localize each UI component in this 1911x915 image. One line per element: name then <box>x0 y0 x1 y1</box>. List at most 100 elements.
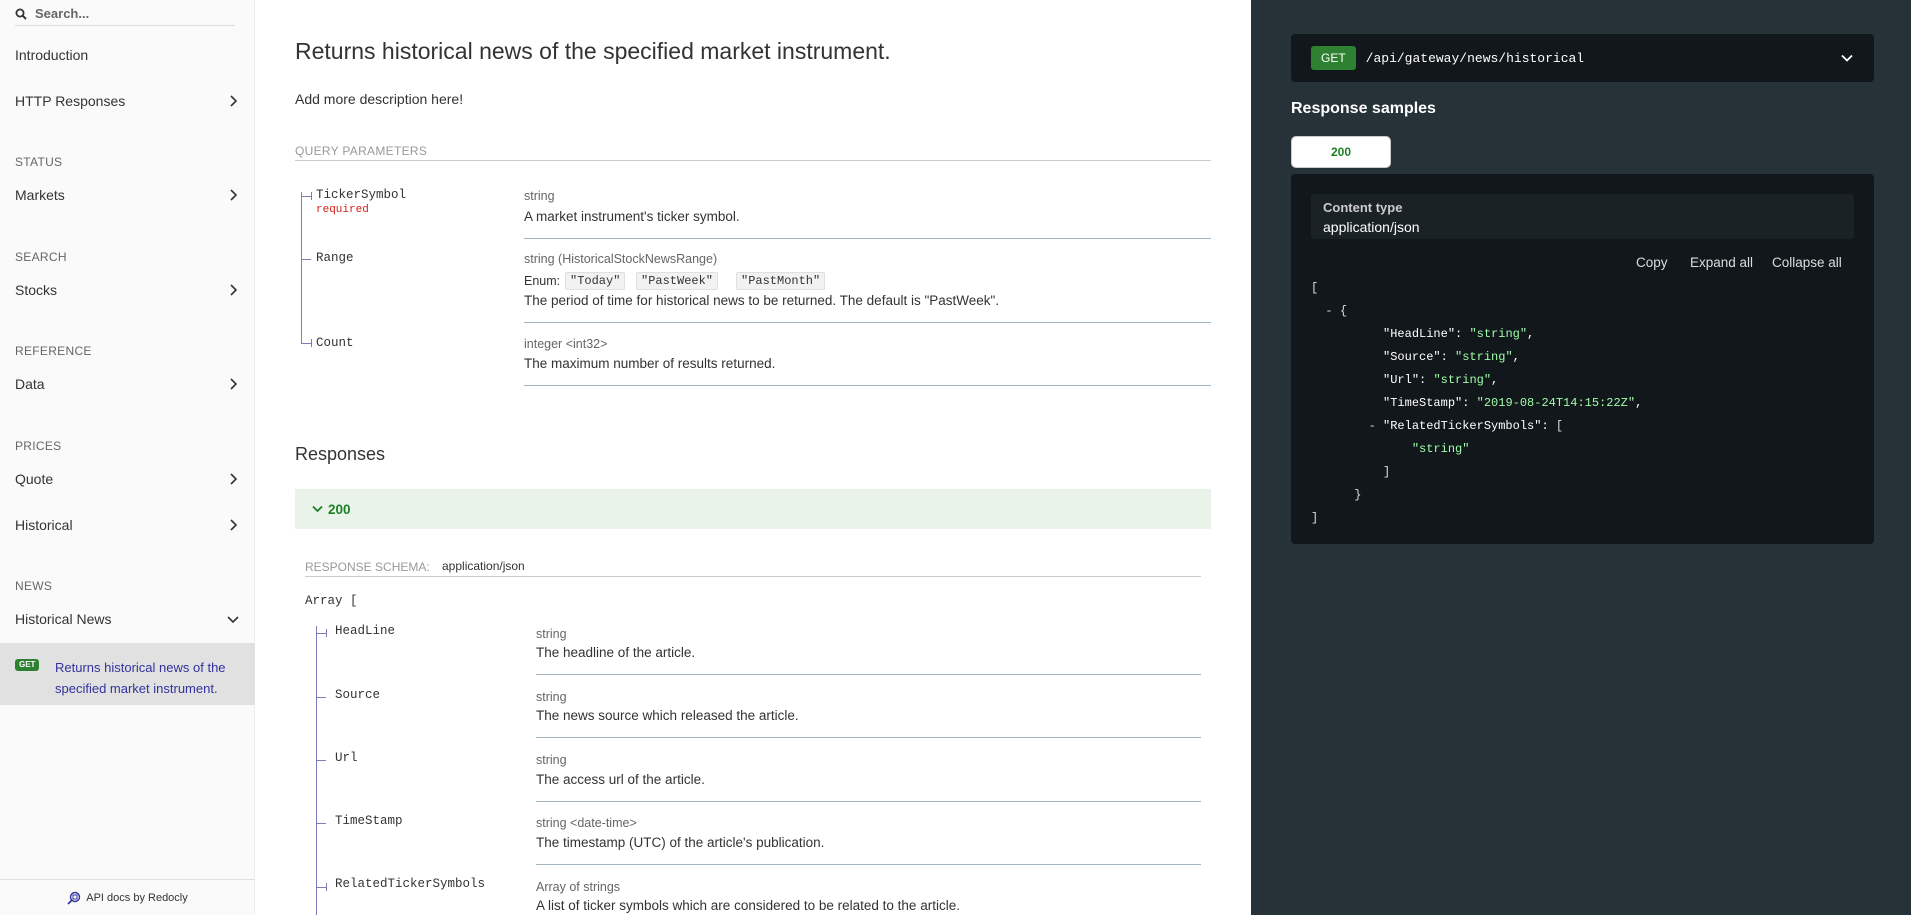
json-brace: } <box>1354 488 1362 502</box>
chevron-right-icon <box>226 188 240 202</box>
param-divider <box>524 322 1211 323</box>
schema-tree-branch <box>316 697 326 698</box>
response-schema-type: application/json <box>442 559 525 573</box>
schema-tree-tick <box>326 629 327 637</box>
response-200-toggle[interactable]: 200 <box>295 489 1211 529</box>
json-key: "TimeStamp" <box>1383 396 1463 410</box>
field-name: HeadLine <box>335 624 396 638</box>
json-value: "string" <box>1411 442 1470 456</box>
json-line: ] <box>1311 465 1390 479</box>
redocly-footer-link[interactable]: API docs by Redocly <box>0 879 255 915</box>
divider <box>305 576 1201 577</box>
chevron-right-icon <box>226 377 240 391</box>
field-description: The access url of the article. <box>536 772 705 787</box>
sidebar-item-quote[interactable]: Quote <box>15 467 240 491</box>
field-divider <box>536 801 1201 802</box>
response-code: 200 <box>328 501 351 517</box>
schema-tree-branch <box>316 887 326 888</box>
json-value: "2019-08-24T14:15:22Z" <box>1476 396 1636 410</box>
search-box[interactable] <box>15 2 235 26</box>
sidebar-item-label: Historical News <box>15 611 112 627</box>
json-brace: { <box>1339 304 1348 318</box>
param-tree-line <box>301 192 302 344</box>
json-key: "HeadLine" <box>1383 327 1456 341</box>
json-line: - "RelatedTickerSymbols": [ <box>1368 419 1564 433</box>
content-type-box: Content type application/json <box>1311 194 1854 239</box>
enum-value: "PastWeek" <box>636 272 719 290</box>
sidebar-item-historical[interactable]: Historical <box>15 513 240 537</box>
schema-tree-tick <box>326 883 327 891</box>
collapse-all-button[interactable]: Collapse all <box>1772 255 1842 270</box>
get-method-badge: GET <box>15 659 40 671</box>
json-key: "Url" <box>1383 373 1420 387</box>
json-value: "string" <box>1469 327 1528 341</box>
chevron-right-icon <box>226 283 240 297</box>
field-name: Source <box>335 688 381 702</box>
sidebar-item-http-responses[interactable]: HTTP Responses <box>15 89 240 113</box>
operation-description: Add more description here! <box>295 91 464 107</box>
expand-all-button[interactable]: Expand all <box>1690 255 1753 270</box>
json-value: "string" <box>1455 350 1513 364</box>
param-tree-tick <box>311 339 312 347</box>
field-description: The news source which released the artic… <box>536 708 799 723</box>
sidebar-item-label: HTTP Responses <box>15 93 126 109</box>
required-label: required <box>316 204 369 216</box>
main-content: Returns historical news of the specified… <box>255 0 1251 915</box>
sidebar-header-search: SEARCH <box>15 250 67 264</box>
search-input[interactable] <box>35 6 215 21</box>
json-key: "RelatedTickerSymbols" <box>1383 419 1542 433</box>
content-type-label: Content type <box>1323 200 1403 215</box>
json-bracket: ] <box>1383 465 1391 479</box>
enum-label: Enum: <box>524 274 561 288</box>
collapse-toggle[interactable]: - <box>1325 304 1332 318</box>
field-divider <box>536 864 1201 865</box>
sidebar-item-label: Markets <box>15 187 65 203</box>
param-name: TickerSymbol <box>316 188 407 202</box>
field-divider <box>536 737 1201 738</box>
schema-tree-branch <box>316 823 326 824</box>
enum-value: "Today" <box>565 272 626 290</box>
chevron-right-icon <box>226 472 240 486</box>
sidebar-item-introduction[interactable]: Introduction <box>15 43 240 67</box>
redocly-logo-icon <box>67 891 81 905</box>
response-tab-200[interactable]: 200 <box>1291 136 1391 168</box>
endpoint-dropdown[interactable]: GET /api/gateway/news/historical <box>1291 34 1874 82</box>
param-tree-branch <box>301 196 311 197</box>
sidebar-item-active-operation[interactable]: GET Returns historical news of the speci… <box>0 643 255 705</box>
sidebar-item-label: Stocks <box>15 282 58 298</box>
sidebar-item-markets[interactable]: Markets <box>15 183 240 207</box>
json-line: "Url": "string", <box>1383 373 1499 387</box>
sidebar-item-label: Returns historical news of the specified… <box>55 660 226 696</box>
chevron-right-icon <box>226 94 240 108</box>
param-type: string (HistoricalStockNewsRange) <box>524 252 718 266</box>
field-name: RelatedTickerSymbols <box>335 877 486 891</box>
array-open: Array [ <box>305 594 358 608</box>
json-line: [ <box>1311 281 1318 295</box>
json-key: "Source" <box>1383 350 1441 364</box>
response-samples-title: Response samples <box>1291 100 1436 117</box>
sidebar-item-data[interactable]: Data <box>15 372 240 396</box>
json-bracket: [ <box>1311 281 1319 295</box>
field-name: Url <box>335 751 358 765</box>
sidebar-header-status: STATUS <box>15 155 63 169</box>
sidebar: Introduction HTTP Responses STATUS Marke… <box>0 0 255 915</box>
json-value: "string" <box>1433 373 1492 387</box>
sidebar-header-news: NEWS <box>15 579 53 593</box>
schema-tree-branch <box>316 760 326 761</box>
param-description: The period of time for historical news t… <box>524 293 1000 308</box>
param-name: Count <box>316 336 354 350</box>
chevron-down-icon <box>226 612 240 626</box>
sidebar-item-stocks[interactable]: Stocks <box>15 278 240 302</box>
copy-button[interactable]: Copy <box>1636 255 1668 270</box>
json-bracket: ] <box>1311 511 1319 525</box>
param-divider <box>524 238 1211 239</box>
json-line: ] <box>1311 511 1318 525</box>
field-description: The headline of the article. <box>536 645 696 660</box>
sidebar-item-label: Introduction <box>15 47 89 63</box>
collapse-toggle[interactable]: - <box>1369 419 1376 433</box>
field-description: A list of ticker symbols which are consi… <box>536 898 960 913</box>
json-line: "Source": "string", <box>1383 350 1520 364</box>
json-bracket: [ <box>1555 419 1564 433</box>
right-panel: GET /api/gateway/news/historical Respons… <box>1251 0 1911 915</box>
sidebar-item-historical-news[interactable]: Historical News <box>15 607 240 631</box>
